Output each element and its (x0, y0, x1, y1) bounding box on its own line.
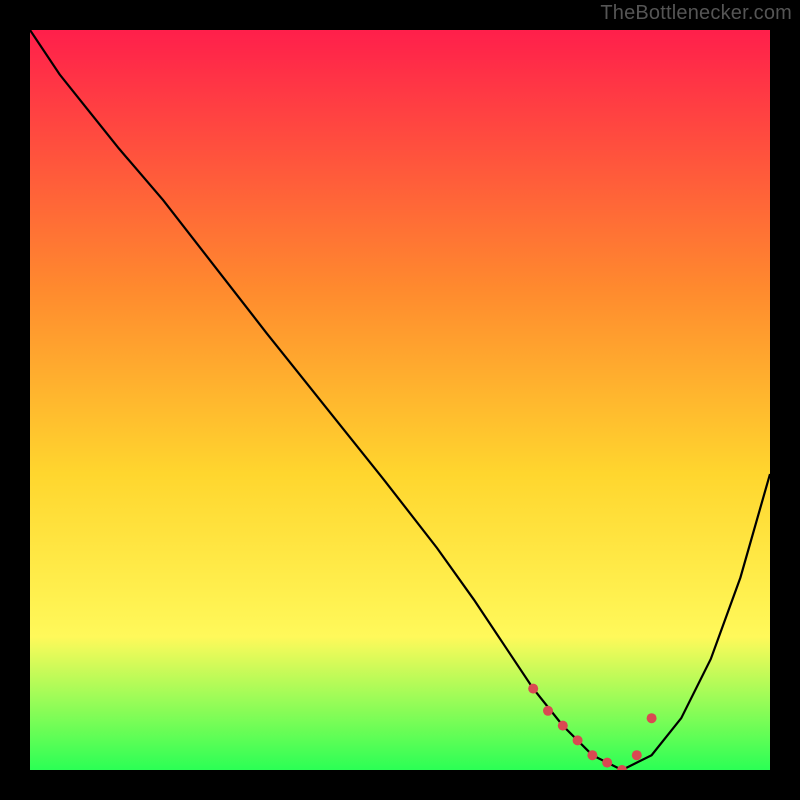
marker-point (528, 684, 538, 694)
marker-point (647, 713, 657, 723)
marker-point (602, 758, 612, 768)
chart-container: TheBottlenecker.com (0, 0, 800, 800)
gradient-background (30, 30, 770, 770)
marker-point (587, 750, 597, 760)
bottleneck-chart (30, 30, 770, 770)
marker-point (543, 706, 553, 716)
marker-point (573, 735, 583, 745)
marker-point (558, 721, 568, 731)
marker-point (632, 750, 642, 760)
watermark-text: TheBottlenecker.com (600, 2, 792, 25)
